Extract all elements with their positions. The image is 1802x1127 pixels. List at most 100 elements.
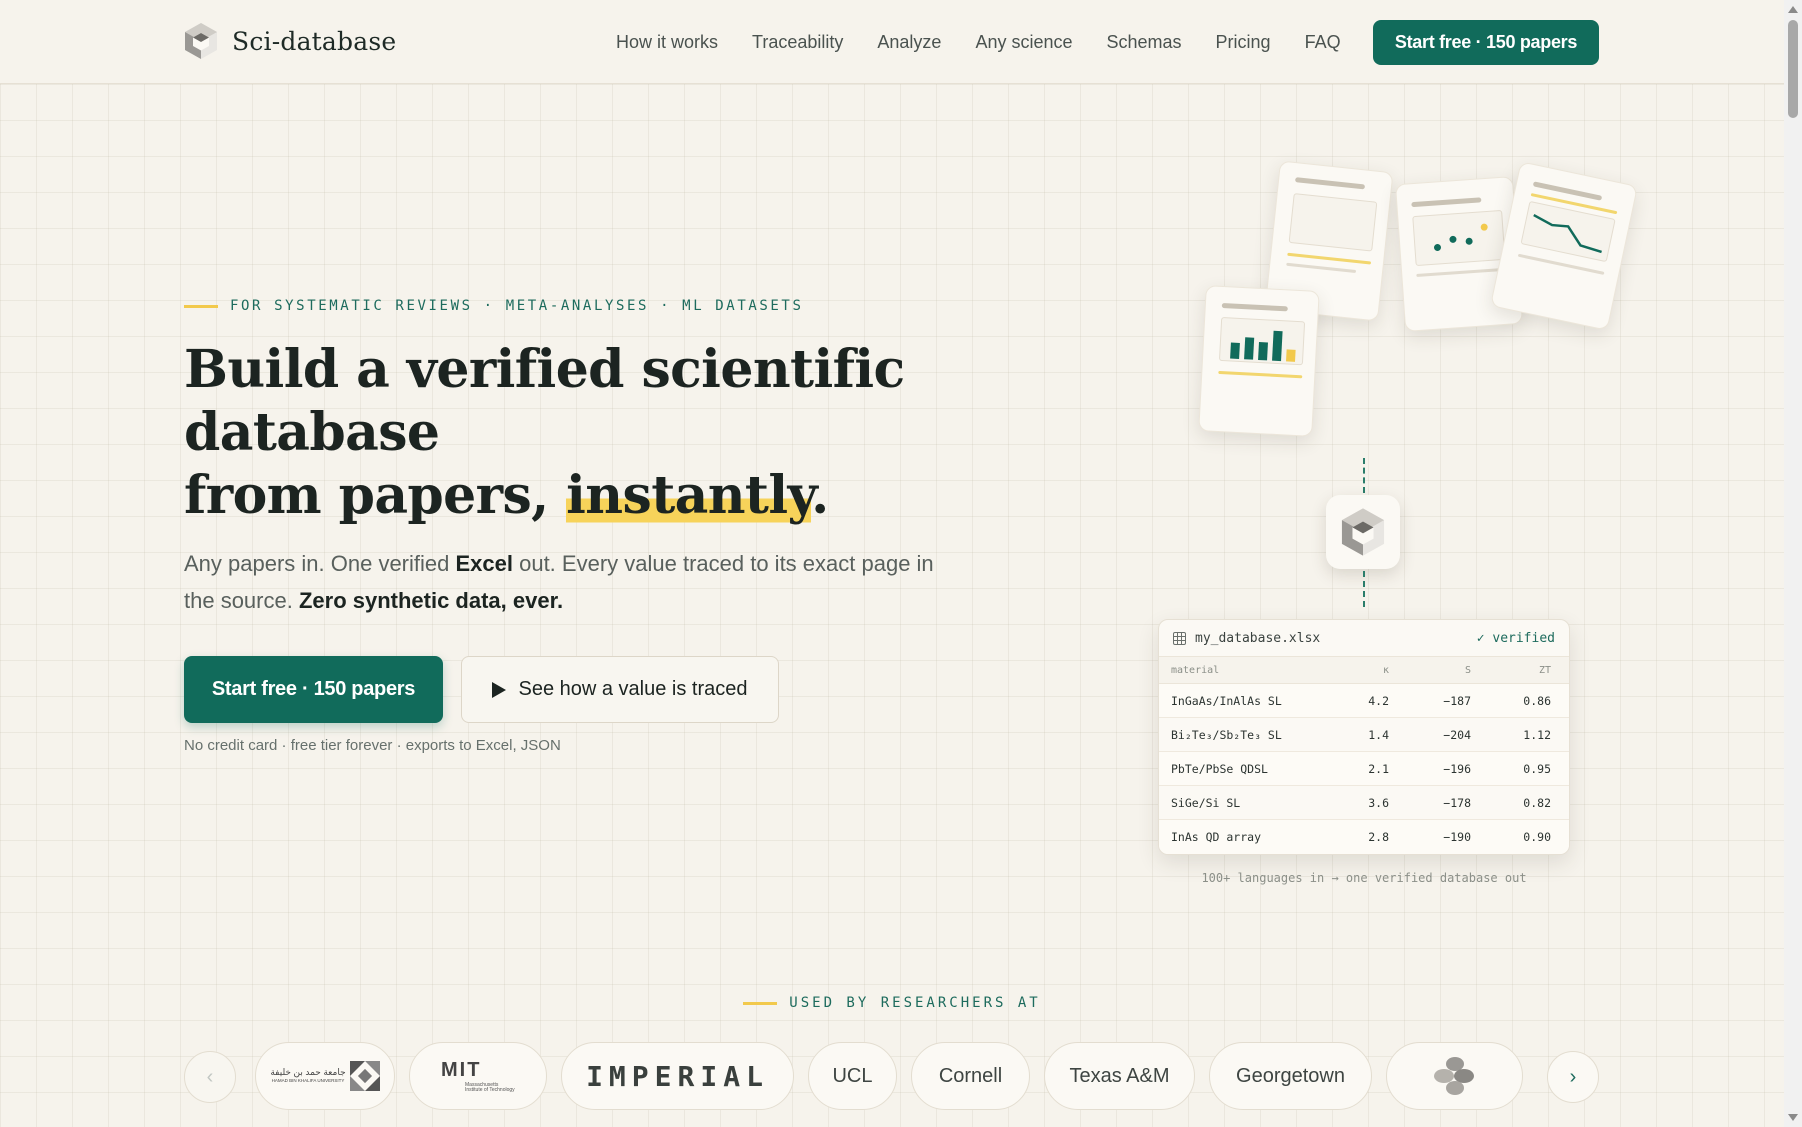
- database-caption: 100+ languages in → one verified databas…: [1201, 871, 1527, 885]
- logo-hbku[interactable]: جامعة حمد بن خليفة HAMAD BIN KHALIFA UNI…: [255, 1042, 395, 1110]
- ucl-wordmark: UCL: [832, 1064, 873, 1087]
- scroll-thumb[interactable]: [1788, 20, 1798, 118]
- hero-subtitle: Any papers in. One verified Excel out. E…: [184, 545, 944, 619]
- cell-material: SiGe/Si SL: [1171, 795, 1241, 810]
- headline-period: .: [811, 465, 829, 526]
- cell-zt: 0.95: [1523, 761, 1551, 776]
- cell-zt: 0.86: [1523, 693, 1551, 708]
- table-row: SiGe/Si SL 3.6 −178 0.82: [1159, 786, 1569, 820]
- nav-pricing[interactable]: Pricing: [1216, 32, 1271, 53]
- logo-georgetown[interactable]: Georgetown: [1209, 1042, 1372, 1110]
- column-header-seebeck: S: [1464, 664, 1471, 676]
- scroll-down-arrow-icon[interactable]: [1788, 1114, 1798, 1121]
- cell-seebeck: −190: [1443, 830, 1471, 844]
- hero-eyebrow: FOR SYSTEMATIC REVIEWS · META-ANALYSES ·…: [184, 298, 804, 314]
- nav-faq[interactable]: FAQ: [1305, 32, 1341, 53]
- logo-texas-am[interactable]: Texas A&M: [1044, 1042, 1195, 1110]
- table-column-headers: material κ S ZT: [1159, 657, 1569, 684]
- see-how-traced-label: See how a value is traced: [518, 678, 748, 700]
- subtitle-part-1: Any papers in. One verified: [184, 551, 456, 576]
- logo-cornell[interactable]: Cornell: [911, 1042, 1030, 1110]
- mit-wordmark: MIT: [441, 1058, 482, 1081]
- see-how-traced-button[interactable]: See how a value is traced: [461, 656, 779, 723]
- cell-seebeck: −187: [1443, 693, 1471, 708]
- cell-zt: 1.12: [1523, 727, 1551, 742]
- used-by-heading: USED BY RESEARCHERS AT: [0, 995, 1784, 1011]
- spreadsheet-icon: [1173, 631, 1186, 645]
- nav-how-it-works[interactable]: How it works: [616, 32, 718, 53]
- cell-kappa: 2.1: [1368, 761, 1389, 776]
- nav-analyze[interactable]: Analyze: [877, 32, 941, 53]
- table-row: InAs QD array 2.8 −190 0.90: [1159, 820, 1569, 854]
- chevron-left-icon: ‹: [206, 1065, 214, 1088]
- imperial-wordmark: IMPERIAL: [586, 1059, 769, 1093]
- nav-schemas[interactable]: Schemas: [1107, 32, 1182, 53]
- hbku-emblem-icon: [349, 1061, 380, 1091]
- subtitle-zero-synthetic: Zero synthetic data, ever.: [298, 588, 564, 613]
- column-header-material: material: [1171, 664, 1220, 676]
- header-start-free-button[interactable]: Start free · 150 papers: [1373, 20, 1599, 65]
- cell-seebeck: −196: [1443, 761, 1471, 776]
- cell-kappa: 4.2: [1368, 693, 1389, 708]
- mit-fulltext: Massachusetts Institute of Technology: [465, 1081, 515, 1093]
- page: Sci-database How it works Traceability A…: [0, 0, 1784, 1127]
- database-preview-card: my_database.xlsx ✓ verified material κ S…: [1158, 619, 1570, 855]
- hero-fineprint: No credit card · free tier forever · exp…: [184, 737, 561, 754]
- cell-seebeck: −204: [1443, 727, 1471, 742]
- logo-ucl[interactable]: UCL: [808, 1042, 897, 1110]
- table-row: PbTe/PbSe QDSL 2.1 −196 0.95: [1159, 752, 1569, 786]
- scroll-up-arrow-icon[interactable]: [1788, 6, 1798, 13]
- chevron-right-icon: ›: [1569, 1065, 1577, 1088]
- connector-line-top: [1363, 458, 1365, 493]
- site-header: Sci-database How it works Traceability A…: [0, 0, 1784, 84]
- connector-line-bottom: [1363, 571, 1365, 607]
- database-hub: [1326, 495, 1400, 569]
- database-filename: my_database.xlsx: [1195, 630, 1321, 646]
- table-row: Bi₂Te₃/Sb₂Te₃ SL 1.4 −204 1.12: [1159, 718, 1569, 752]
- cell-material: PbTe/PbSe QDSL: [1171, 761, 1268, 776]
- nav-traceability[interactable]: Traceability: [752, 32, 843, 53]
- logo-mit[interactable]: MIT Massachusetts Institute of Technolog…: [409, 1042, 547, 1110]
- cell-material: Bi₂Te₃/Sb₂Te₃ SL: [1171, 727, 1282, 742]
- scatter-thumbnail-icon: [1433, 223, 1488, 251]
- hexagon-hub-icon: [1341, 508, 1385, 556]
- bar-chart-thumbnail-icon: [1230, 330, 1296, 362]
- hbku-english-text: HAMAD BIN KHALIFA UNIVERSITY: [271, 1078, 345, 1084]
- hexagon-logo-icon: [185, 23, 217, 59]
- cell-kappa: 1.4: [1368, 727, 1389, 742]
- logo-carousel-prev-button[interactable]: ‹: [184, 1051, 236, 1103]
- headline-line-2: from papers,: [184, 465, 567, 526]
- verified-badge: ✓ verified: [1476, 630, 1555, 646]
- page-scrollbar[interactable]: [1784, 0, 1802, 1127]
- eyebrow-accent-line: [184, 304, 218, 308]
- brand-name: Sci-database: [232, 26, 397, 56]
- logo-imperial[interactable]: IMPERIAL: [561, 1042, 794, 1110]
- headline-line-1: Build a verified scientific database: [184, 339, 905, 463]
- abstract-emblem-icon: [1433, 1057, 1474, 1095]
- eyebrow-text: FOR SYSTEMATIC REVIEWS · META-ANALYSES ·…: [230, 298, 804, 314]
- paper-card-bar: [1198, 285, 1320, 437]
- cell-material: InGaAs/InAlAs SL: [1171, 693, 1282, 708]
- table-row: InGaAs/InAlAs SL 4.2 −187 0.86: [1159, 684, 1569, 718]
- used-by-accent-line: [743, 1001, 778, 1005]
- cell-zt: 0.82: [1523, 795, 1551, 810]
- subtitle-excel: Excel: [455, 551, 513, 576]
- cell-material: InAs QD array: [1171, 830, 1262, 844]
- logo-unnamed-emblem[interactable]: [1386, 1042, 1523, 1110]
- georgetown-wordmark: Georgetown: [1236, 1064, 1345, 1087]
- cell-zt: 0.90: [1523, 830, 1551, 844]
- hbku-arabic-text: جامعة حمد بن خليفة: [270, 1067, 346, 1078]
- table-body: InGaAs/InAlAs SL 4.2 −187 0.86 Bi₂Te₃/Sb…: [1159, 684, 1569, 854]
- column-header-zt: ZT: [1538, 664, 1551, 676]
- database-preview-header: my_database.xlsx ✓ verified: [1159, 620, 1569, 657]
- used-by-label: USED BY RESEARCHERS AT: [789, 995, 1041, 1011]
- logo-carousel-next-button[interactable]: ›: [1547, 1051, 1599, 1103]
- cell-kappa: 3.6: [1368, 795, 1389, 810]
- column-header-kappa: κ: [1382, 664, 1389, 676]
- cell-seebeck: −178: [1443, 795, 1471, 810]
- brand-logo-link[interactable]: Sci-database: [184, 22, 396, 60]
- hero-headline: Build a verified scientific database fro…: [184, 338, 1084, 527]
- nav-any-science[interactable]: Any science: [975, 32, 1072, 53]
- headline-highlight: instantly: [566, 465, 812, 526]
- hero-start-free-button[interactable]: Start free · 150 papers: [184, 656, 443, 723]
